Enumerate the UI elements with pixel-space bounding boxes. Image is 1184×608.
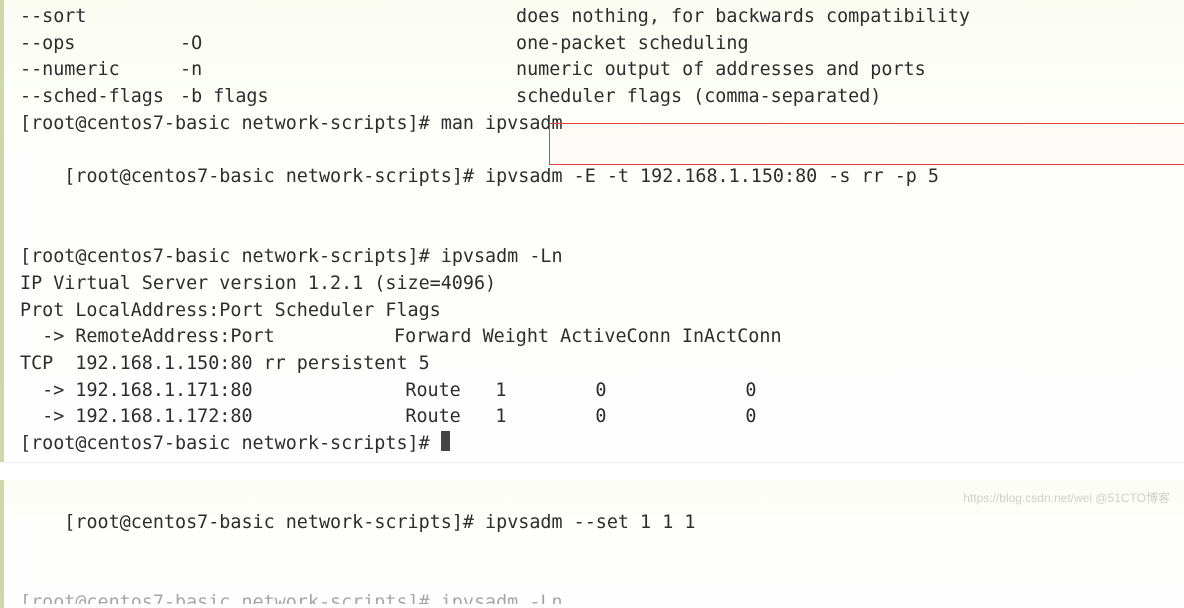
help-row-sort: --sort does nothing, for backwards compat…: [20, 4, 1184, 31]
real-forward: Route: [405, 378, 495, 405]
cmd-text[interactable]: ipvsadm -Ln: [441, 246, 563, 267]
opt-long: --sched-flags: [20, 84, 180, 111]
cmd-text[interactable]: man ipvsadm: [441, 113, 563, 134]
real-weight: 1: [495, 378, 595, 405]
shell-prompt: [root@centos7-basic network-scripts]#: [20, 246, 441, 267]
real-forward: Route: [405, 404, 495, 431]
watermark-text: https://blog.csdn.net/wei @51CTO博客: [963, 490, 1170, 507]
opt-long: --ops: [20, 31, 180, 58]
cmd-text[interactable]: ipvsadm -E -t 192.168.1.150:80 -s rr -p …: [485, 166, 939, 187]
shell-prompt: [root@centos7-basic network-scripts]#: [64, 166, 485, 187]
real-inact: 0: [745, 406, 756, 427]
real-addr: 192.168.1.172:80: [75, 404, 405, 431]
text-cursor[interactable]: [441, 431, 450, 451]
cmd-row-list: [root@centos7-basic network-scripts]# ip…: [20, 244, 1184, 271]
help-row-sched-flags: --sched-flags-b flagsscheduler flags (co…: [20, 84, 1184, 111]
ipvs-vip-line: TCP 192.168.1.150:80 rr persistent 5: [4, 351, 1184, 378]
terminal-block-1: --sort does nothing, for backwards compat…: [0, 0, 1184, 462]
real-addr: 192.168.1.171:80: [75, 378, 405, 405]
real-active: 0: [595, 404, 745, 431]
help-row-ops: --ops-Oone-packet scheduling: [20, 31, 1184, 58]
cmd-row-set: [root@centos7-basic network-scripts]# ip…: [20, 484, 1184, 591]
idle-prompt-row: [root@centos7-basic network-scripts]#: [20, 431, 1184, 458]
opt-short: -O: [180, 31, 516, 58]
opt-desc: does nothing, for backwards compatibilit…: [516, 6, 970, 27]
real-arrow: ->: [20, 406, 75, 427]
faded-next-line: [root@centos7-basic network-scripts]# ip…: [20, 590, 1184, 604]
real-active: 0: [595, 378, 745, 405]
help-row-numeric: --numeric-nnumeric output of addresses a…: [20, 57, 1184, 84]
real-inact: 0: [745, 380, 756, 401]
ipvs-header-1: Prot LocalAddress:Port Scheduler Flags: [4, 298, 1184, 325]
ipvs-real-row: -> 192.168.1.172:80Route100: [20, 404, 1184, 431]
opt-desc: scheduler flags (comma-separated): [516, 86, 881, 107]
terminal-block-2: [root@centos7-basic network-scripts]# ip…: [0, 480, 1184, 608]
cmd-row-edit: [root@centos7-basic network-scripts]# ip…: [20, 137, 1184, 244]
ipvs-real-row: -> 192.168.1.171:80Route100: [20, 378, 1184, 405]
shell-prompt: [root@centos7-basic network-scripts]#: [20, 113, 441, 134]
real-arrow: ->: [20, 380, 75, 401]
ipvs-header-cols: Forward Weight ActiveConn InActConn: [394, 326, 782, 347]
opt-desc: one-packet scheduling: [516, 33, 749, 54]
ipvs-header-left: -> RemoteAddress:Port: [20, 324, 394, 351]
shell-prompt: [root@centos7-basic network-scripts]#: [20, 433, 441, 454]
cmd-text[interactable]: ipvsadm --set 1 1 1: [485, 512, 695, 533]
opt-desc: numeric output of addresses and ports: [516, 59, 926, 80]
real-weight: 1: [495, 404, 595, 431]
ipvs-version-line: IP Virtual Server version 1.2.1 (size=40…: [4, 271, 1184, 298]
ipvs-header-2: -> RemoteAddress:PortForward Weight Acti…: [20, 324, 1184, 351]
opt-short: -n: [180, 57, 516, 84]
opt-long: --sort: [20, 4, 180, 31]
shell-prompt: [root@centos7-basic network-scripts]#: [64, 512, 485, 533]
opt-short: -b flags: [180, 84, 516, 111]
cmd-row-man: [root@centos7-basic network-scripts]# ma…: [20, 111, 1184, 138]
opt-long: --numeric: [20, 57, 180, 84]
